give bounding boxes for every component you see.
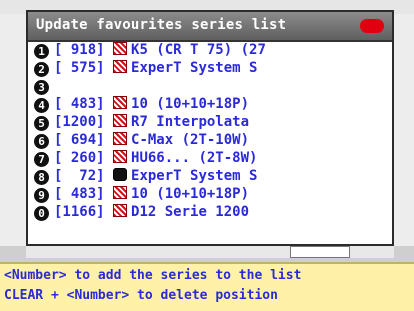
- favourite-row[interactable]: 5 [1200] R7 Interpolata: [34, 114, 386, 132]
- series-code: [1200]: [54, 114, 105, 130]
- series-icon: [113, 132, 128, 145]
- favourite-row[interactable]: 4 [ 483] 10 (10+10+18P): [34, 96, 386, 114]
- favourites-dialog: Update favourites series list 1 [ 918] K5…: [26, 10, 394, 246]
- series-name: 10 (10+10+18P): [131, 96, 250, 112]
- position-number-badge: 3: [34, 80, 49, 95]
- favourite-row-text: [ 918] K5 (CR T 75) (27: [54, 42, 266, 58]
- series-code: [ 483]: [54, 186, 105, 202]
- favourite-row-text: [ 483] 10 (10+10+18P): [54, 186, 249, 202]
- favourite-row-text: [1166] D12 Serie 1200: [54, 204, 249, 220]
- position-number-badge: 1: [34, 44, 49, 59]
- position-number-badge: 4: [34, 98, 49, 113]
- favourite-row[interactable]: 3: [34, 78, 386, 96]
- series-icon: [113, 186, 128, 199]
- position-number-badge: 5: [34, 116, 49, 131]
- favourite-row[interactable]: 9 [ 483] 10 (10+10+18P): [34, 186, 386, 204]
- series-code: [ 918]: [54, 42, 105, 58]
- favourite-row[interactable]: 6 [ 694] C-Max (2T-10W): [34, 132, 386, 150]
- series-name: ExperT System S: [131, 60, 258, 76]
- favourite-row-text: [ 483] 10 (10+10+18P): [54, 96, 249, 112]
- favourite-row[interactable]: 2 [ 575] ExperT System S: [34, 60, 386, 78]
- silca-logo-icon: [360, 19, 384, 33]
- series-code: [1166]: [54, 204, 105, 220]
- favourite-row-text: [ 694] C-Max (2T-10W): [54, 132, 249, 148]
- series-code: [ 575]: [54, 60, 105, 76]
- series-icon: [113, 150, 128, 163]
- favourite-row[interactable]: 1 [ 918] K5 (CR T 75) (27: [34, 42, 386, 60]
- series-icon: [113, 114, 128, 127]
- background-app-left: [0, 14, 26, 246]
- favourite-row-text: [ 260] HU66... (2T-8W): [54, 150, 257, 166]
- position-number-badge: 8: [34, 170, 49, 185]
- series-name: ExperT System S: [131, 168, 258, 184]
- dialog-title: Update favourites series list: [36, 17, 287, 33]
- series-icon: [113, 42, 128, 55]
- help-bar: <Number> to add the series to the list C…: [0, 262, 414, 311]
- favourite-row[interactable]: 0 [1166] D12 Serie 1200: [34, 204, 386, 222]
- position-number-badge: 7: [34, 152, 49, 167]
- series-code: [ 483]: [54, 96, 105, 112]
- help-line-add: <Number> to add the series to the list: [4, 268, 302, 283]
- series-name: HU66... (2T-8W): [131, 150, 258, 166]
- position-number-badge: 6: [34, 134, 49, 149]
- favourite-row-text: [1200] R7 Interpolata: [54, 114, 249, 130]
- series-icon: [113, 96, 128, 109]
- help-line-delete: CLEAR + <Number> to delete position: [4, 288, 278, 303]
- series-name: R7 Interpolata: [131, 114, 250, 130]
- series-name: D12 Serie 1200: [131, 204, 250, 220]
- position-number-badge: 2: [34, 62, 49, 77]
- favourite-row[interactable]: 8 [ 72] ExperT System S: [34, 168, 386, 186]
- series-code: [ 260]: [54, 150, 105, 166]
- series-icon: [113, 204, 128, 217]
- favourites-list: 1 [ 918] K5 (CR T 75) (27 2 [ 575] ExperT S…: [34, 42, 386, 222]
- background-app-right: [394, 14, 414, 246]
- series-name: K5 (CR T 75) (27: [131, 42, 266, 58]
- favourite-row-text: [ 72] ExperT System S: [54, 168, 257, 184]
- dialog-titlebar: Update favourites series list: [28, 12, 392, 42]
- position-number-badge: 0: [34, 206, 49, 221]
- series-name: 10 (10+10+18P): [131, 186, 250, 202]
- series-name: C-Max (2T-10W): [131, 132, 250, 148]
- favourite-row-text: [ 575] ExperT System S: [54, 60, 257, 76]
- person-icon: [113, 168, 128, 181]
- series-code: [ 72]: [54, 168, 105, 184]
- position-number-badge: 9: [34, 188, 49, 203]
- favourite-row[interactable]: 7 [ 260] HU66... (2T-8W): [34, 150, 386, 168]
- background-input-box: [290, 246, 350, 258]
- series-code: [ 694]: [54, 132, 105, 148]
- series-icon: [113, 60, 128, 73]
- screen: Update favourites series list 1 [ 918] K5…: [0, 0, 414, 311]
